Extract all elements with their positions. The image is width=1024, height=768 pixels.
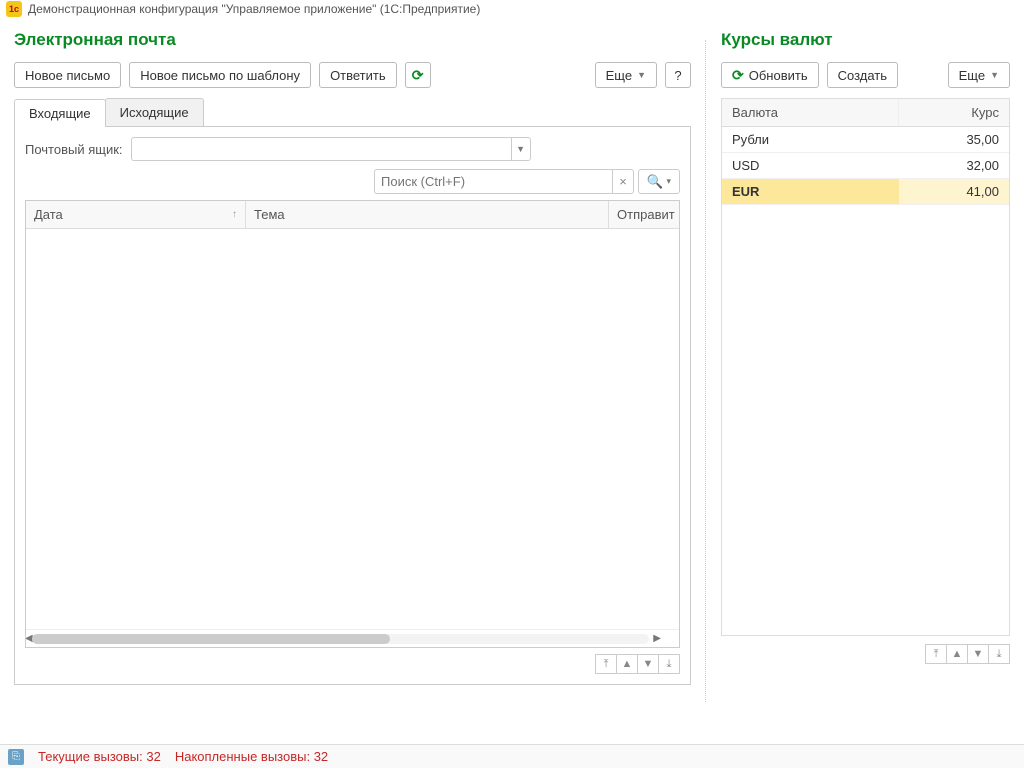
status-bar: ⎘ Текущие вызовы: 32 Накопленные вызовы:…	[0, 744, 1024, 768]
nav-first-button[interactable]: ⤒	[595, 654, 617, 674]
email-pane: Электронная почта Новое письмо Новое пис…	[14, 18, 691, 710]
mailbox-label: Почтовый ящик:	[25, 142, 123, 157]
help-button[interactable]: ?	[665, 62, 691, 88]
search-button[interactable]: 🔍 ▾	[638, 169, 680, 194]
titlebar: 1c Демонстрационная конфигурация "Управл…	[0, 0, 1024, 18]
email-grid-body[interactable]	[26, 229, 679, 629]
chevron-down-icon: ▼	[990, 70, 999, 80]
email-heading: Электронная почта	[14, 30, 691, 50]
more-button[interactable]: Еще ▼	[595, 62, 657, 88]
nav-last-button[interactable]: ⤓	[988, 644, 1010, 664]
mailbox-input[interactable]	[131, 137, 511, 161]
rates-more-label: Еще	[959, 68, 985, 83]
window-title: Демонстрационная конфигурация "Управляем…	[28, 2, 480, 16]
col-date-label: Дата	[34, 207, 63, 222]
cell-rate: 35,00	[899, 127, 1009, 152]
current-calls: Текущие вызовы: 32	[38, 749, 161, 764]
chevron-down-icon: ▼	[516, 144, 525, 154]
refresh-icon: ⟳	[412, 67, 424, 84]
tab-body: Почтовый ящик: ▼ × 🔍 ▾	[14, 127, 691, 685]
email-tabs: Входящие Исходящие	[14, 98, 691, 127]
col-sender[interactable]: Отправит	[609, 201, 679, 228]
rates-nav-buttons: ⤒ ▲ ▼ ⤓	[721, 644, 1010, 664]
accumulated-calls-label: Накопленные вызовы:	[175, 749, 310, 764]
email-grid: Дата ↑ Тема Отправит ◀ ▶	[25, 200, 680, 648]
tab-outbox[interactable]: Исходящие	[105, 98, 204, 126]
accumulated-calls: Накопленные вызовы: 32	[175, 749, 328, 764]
col-rate[interactable]: Курс	[899, 99, 1009, 126]
reply-button[interactable]: Ответить	[319, 62, 397, 88]
new-from-template-button[interactable]: Новое письмо по шаблону	[129, 62, 311, 88]
rates-refresh-button[interactable]: ⟳ Обновить	[721, 62, 819, 88]
chevron-down-icon: ▾	[667, 176, 672, 187]
more-label: Еще	[606, 68, 632, 83]
email-nav-buttons: ⤒ ▲ ▼ ⤓	[25, 654, 680, 674]
nav-up-button[interactable]: ▲	[616, 654, 638, 674]
rates-create-button[interactable]: Создать	[827, 62, 898, 88]
status-icon: ⎘	[8, 749, 24, 765]
rates-pane: Курсы валют ⟳ Обновить Создать Еще ▼ Валю…	[720, 18, 1010, 710]
scroll-right-icon: ▶	[653, 633, 661, 644]
refresh-icon: ⟳	[732, 67, 744, 84]
rates-refresh-label: Обновить	[749, 68, 808, 83]
scrollbar-thumb[interactable]	[32, 634, 390, 644]
rates-row[interactable]: EUR41,00	[722, 179, 1009, 205]
search-input[interactable]	[374, 169, 612, 194]
nav-last-button[interactable]: ⤓	[658, 654, 680, 674]
rates-toolbar: ⟳ Обновить Создать Еще ▼	[721, 62, 1010, 88]
col-subject[interactable]: Тема	[246, 201, 609, 228]
nav-down-button[interactable]: ▼	[637, 654, 659, 674]
horizontal-scrollbar[interactable]: ◀ ▶	[26, 629, 679, 647]
new-message-button[interactable]: Новое письмо	[14, 62, 121, 88]
email-toolbar: Новое письмо Новое письмо по шаблону Отв…	[14, 62, 691, 88]
accumulated-calls-value: 32	[314, 749, 328, 764]
cell-currency: EUR	[722, 179, 899, 204]
chevron-down-icon: ▼	[637, 70, 646, 80]
app-logo-icon: 1c	[6, 1, 22, 17]
col-currency[interactable]: Валюта	[722, 99, 899, 126]
rates-grid: Валюта Курс Рубли35,00USD32,00EUR41,00	[721, 98, 1010, 636]
col-date[interactable]: Дата ↑	[26, 201, 246, 228]
clear-search-button[interactable]: ×	[612, 169, 634, 194]
rates-row[interactable]: USD32,00	[722, 153, 1009, 179]
nav-down-button[interactable]: ▼	[967, 644, 989, 664]
rates-row[interactable]: Рубли35,00	[722, 127, 1009, 153]
tab-inbox[interactable]: Входящие	[14, 99, 106, 127]
nav-first-button[interactable]: ⤒	[925, 644, 947, 664]
mailbox-dropdown-button[interactable]: ▼	[511, 137, 531, 161]
sort-asc-icon: ↑	[232, 209, 237, 220]
cell-currency: USD	[722, 153, 899, 178]
cell-rate: 32,00	[899, 153, 1009, 178]
search-icon: 🔍	[647, 174, 664, 190]
cell-rate: 41,00	[899, 179, 1009, 204]
current-calls-label: Текущие вызовы:	[38, 749, 143, 764]
refresh-button[interactable]: ⟳	[405, 62, 431, 88]
rates-grid-blank[interactable]	[722, 205, 1009, 635]
current-calls-value: 32	[146, 749, 160, 764]
rates-heading: Курсы валют	[721, 30, 1010, 50]
rates-more-button[interactable]: Еще ▼	[948, 62, 1010, 88]
cell-currency: Рубли	[722, 127, 899, 152]
nav-up-button[interactable]: ▲	[946, 644, 968, 664]
